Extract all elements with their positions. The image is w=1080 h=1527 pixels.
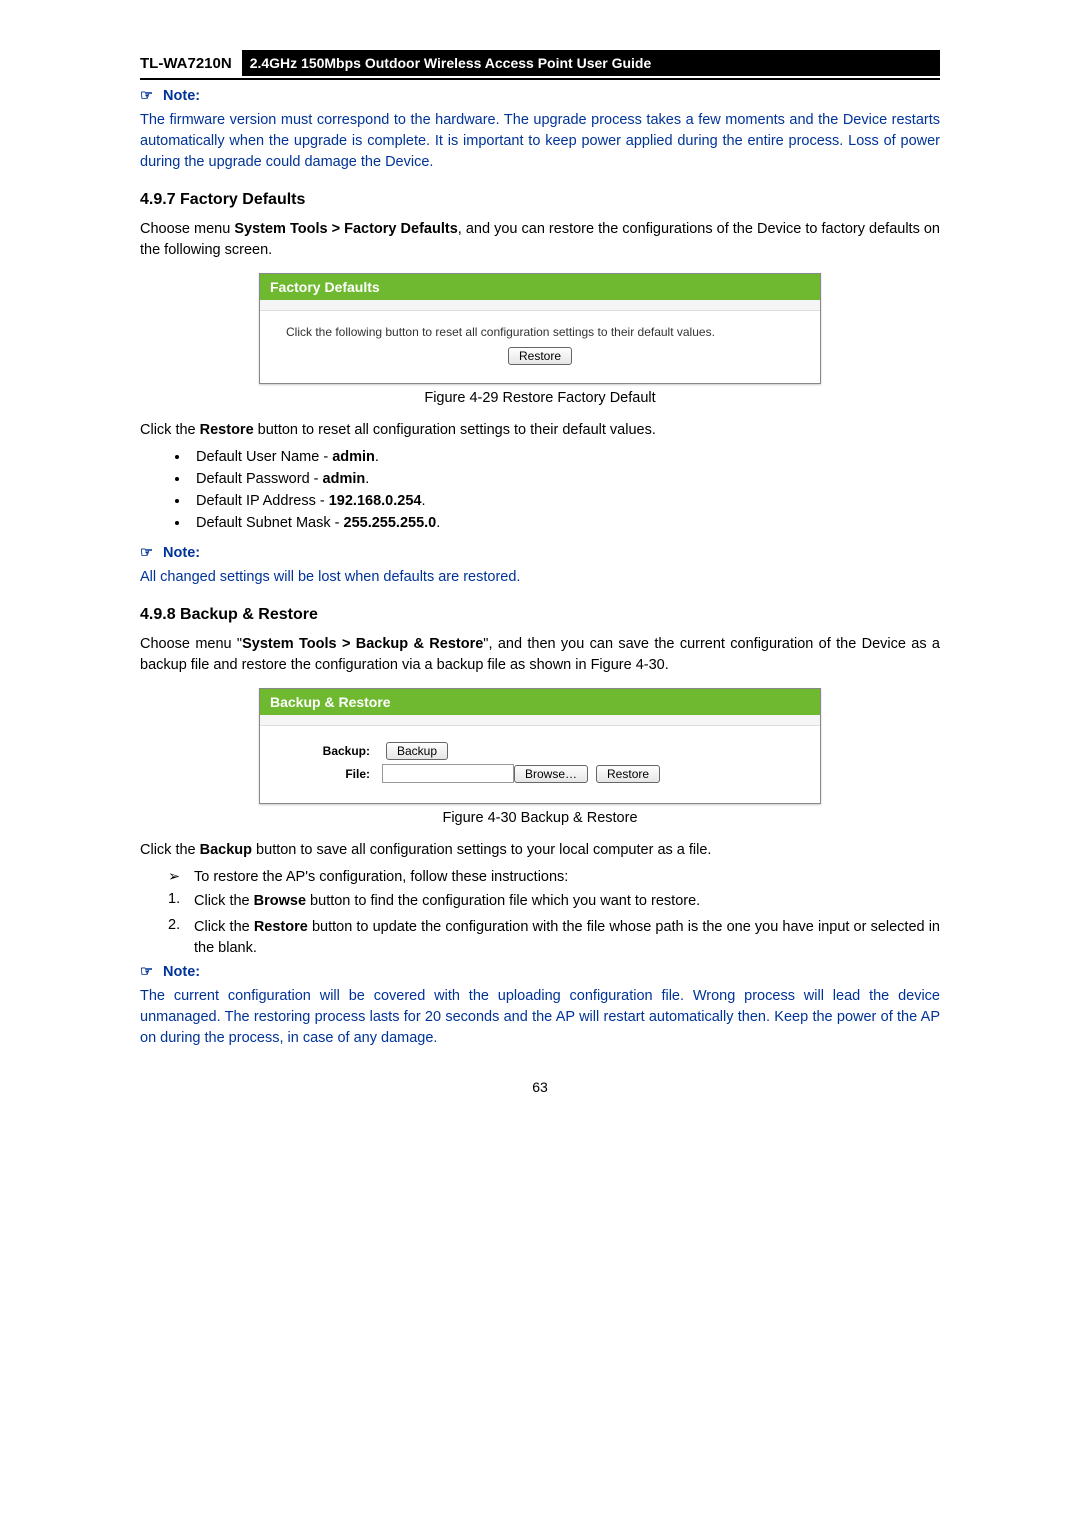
value: admin [332, 449, 375, 465]
backup-label: Backup: [280, 744, 382, 758]
note-label-1: ☞ Note: [140, 88, 940, 104]
text: Default Password - [196, 471, 323, 487]
browse-button[interactable]: Browse… [514, 765, 588, 783]
panel-instruction: Click the following button to reset all … [280, 325, 800, 339]
text: button to save all configuration setting… [252, 842, 711, 858]
figure-caption-4-30: Figure 4-30 Backup & Restore [140, 810, 940, 826]
list-item: Default Password - admin. [190, 471, 940, 487]
panel-body: Backup: Backup File: Browse… Restore [260, 726, 820, 803]
restore-bold: Restore [254, 919, 308, 935]
defaults-list: Default User Name - admin. Default Passw… [190, 449, 940, 531]
hand-icon: ☞ [140, 964, 153, 980]
restore-button-2[interactable]: Restore [596, 765, 660, 783]
text: Choose menu [140, 221, 234, 237]
text: Default User Name - [196, 449, 332, 465]
factory-defaults-panel: Factory Defaults Click the following but… [259, 273, 821, 384]
num-item-2: 2. Click the Restore button to update th… [168, 917, 940, 958]
section-title-backup-restore: 4.9.8 Backup & Restore [140, 606, 940, 624]
arrow-icon: ➢ [168, 869, 194, 885]
backup-restore-intro: Choose menu "System Tools > Backup & Res… [140, 634, 940, 676]
restore-button[interactable]: Restore [508, 347, 572, 365]
figure-caption-4-29: Figure 4-29 Restore Factory Default [140, 390, 940, 406]
note-label-text: Note: [163, 964, 200, 980]
document-page: TL-WA7210N 2.4GHz 150Mbps Outdoor Wirele… [140, 0, 940, 1125]
arrow-item: ➢ To restore the AP's configuration, fol… [168, 869, 940, 885]
note-text-2: All changed settings will be lost when d… [140, 567, 940, 588]
num-content: Click the Browse button to find the conf… [194, 891, 940, 911]
text: Click the [140, 842, 200, 858]
text: button to find the configuration file wh… [306, 893, 700, 909]
hand-icon: ☞ [140, 545, 153, 561]
note-label-3: ☞ Note: [140, 964, 940, 980]
note-label-text: Note: [163, 88, 200, 104]
header-bar: TL-WA7210N 2.4GHz 150Mbps Outdoor Wirele… [140, 50, 940, 80]
text: . [436, 515, 440, 531]
backup-row: Backup: Backup [280, 742, 800, 760]
arrow-list: ➢ To restore the AP's configuration, fol… [140, 869, 940, 885]
text: Default IP Address - [196, 493, 329, 509]
backup-button[interactable]: Backup [386, 742, 448, 760]
note-text-1: The firmware version must correspond to … [140, 110, 940, 173]
backup-click-text: Click the Backup button to save all conf… [140, 840, 940, 861]
note-label-2: ☞ Note: [140, 545, 940, 561]
browse-bold: Browse [254, 893, 306, 909]
value: 192.168.0.254 [329, 493, 422, 509]
text: . [421, 493, 425, 509]
page-number: 63 [140, 1079, 940, 1095]
panel-divider [260, 300, 820, 311]
list-item: Default User Name - admin. [190, 449, 940, 465]
hand-icon: ☞ [140, 88, 153, 104]
text: . [375, 449, 379, 465]
panel-divider [260, 715, 820, 726]
backup-restore-panel: Backup & Restore Backup: Backup File: Br… [259, 688, 821, 804]
text: . [365, 471, 369, 487]
num-content: Click the Restore button to update the c… [194, 917, 940, 958]
number-marker: 2. [168, 917, 194, 958]
file-row: File: Browse… Restore [280, 764, 800, 783]
num-item-1: 1. Click the Browse button to find the c… [168, 891, 940, 911]
panel-body: Click the following button to reset all … [260, 311, 820, 383]
note-text-3: The current configuration will be covere… [140, 986, 940, 1049]
header-guide-title: 2.4GHz 150Mbps Outdoor Wireless Access P… [242, 50, 940, 76]
text: Default Subnet Mask - [196, 515, 344, 531]
arrow-item-text: To restore the AP's configuration, follo… [194, 869, 568, 885]
panel-header: Backup & Restore [260, 689, 820, 715]
restore-click-text: Click the Restore button to reset all co… [140, 420, 940, 441]
backup-bold: Backup [200, 842, 252, 858]
menu-path: System Tools > Factory Defaults [234, 221, 457, 237]
file-label: File: [280, 767, 382, 781]
panel-header: Factory Defaults [260, 274, 820, 300]
header-model: TL-WA7210N [140, 51, 242, 76]
file-path-input[interactable] [382, 764, 514, 783]
number-marker: 1. [168, 891, 194, 911]
factory-defaults-intro: Choose menu System Tools > Factory Defau… [140, 219, 940, 261]
section-title-factory-defaults: 4.9.7 Factory Defaults [140, 191, 940, 209]
text: Choose menu " [140, 636, 242, 652]
text: Click the [194, 893, 254, 909]
list-item: Default IP Address - 192.168.0.254. [190, 493, 940, 509]
text: button to reset all configuration settin… [254, 422, 656, 438]
text: Click the [140, 422, 200, 438]
numbered-list: 1. Click the Browse button to find the c… [140, 891, 940, 958]
value: 255.255.255.0 [344, 515, 437, 531]
menu-path: System Tools > Backup & Restore [242, 636, 483, 652]
restore-bold: Restore [200, 422, 254, 438]
list-item: Default Subnet Mask - 255.255.255.0. [190, 515, 940, 531]
value: admin [323, 471, 366, 487]
text: Click the [194, 919, 254, 935]
note-label-text: Note: [163, 545, 200, 561]
